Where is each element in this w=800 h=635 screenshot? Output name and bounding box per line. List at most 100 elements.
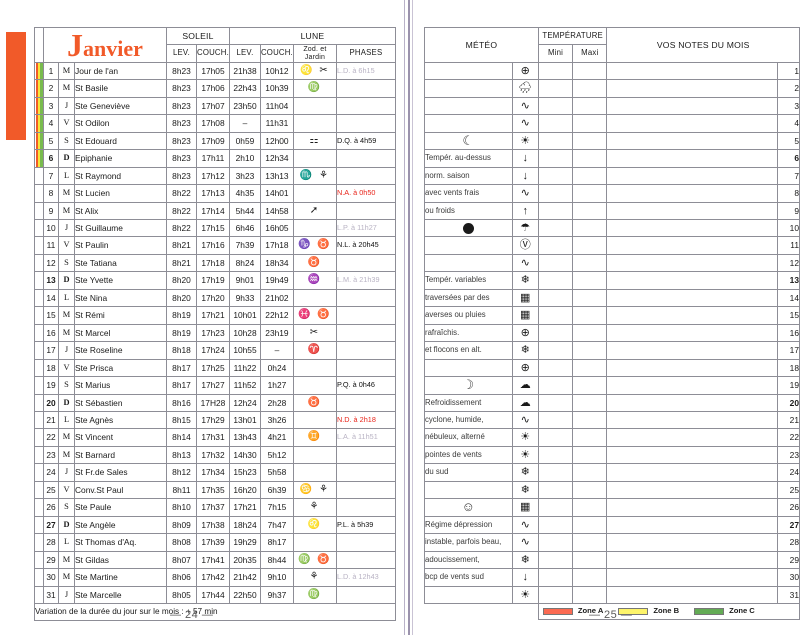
calendar-row[interactable]: 8 M St Lucien 8h22 17h13 4h35 14h01 N.A. à 0h50 [34,184,396,203]
calendar-row[interactable]: 22 M St Vincent 8h14 17h31 13h43 4h21 ♊ L.A. à 1… [34,428,396,447]
temp-mini-cell[interactable] [537,218,574,238]
temp-maxi-cell[interactable] [572,376,608,395]
temp-mini-cell[interactable] [537,358,574,378]
temp-mini-cell[interactable] [537,114,574,133]
temp-mini-cell[interactable] [537,288,574,308]
temp-mini-cell[interactable] [537,323,574,343]
temp-maxi-cell[interactable] [572,79,608,98]
notes-cell[interactable] [606,393,778,412]
temp-mini-cell[interactable] [537,341,574,360]
calendar-row[interactable]: 13 D Ste Yvette 8h20 17h19 9h01 19h49 ♒ L.M. à 2… [34,271,396,290]
temp-mini-cell[interactable] [537,568,574,587]
notes-cell[interactable] [606,149,778,168]
notes-cell[interactable] [606,96,778,116]
notes-cell[interactable] [606,79,778,98]
meteo-row[interactable]: ☀ 31 [424,585,800,604]
calendar-row[interactable]: 18 V Ste Prisca 8h17 17h25 11h22 0h24 [34,358,396,378]
temp-mini-cell[interactable] [537,149,574,168]
notes-cell[interactable] [606,463,778,482]
meteo-row[interactable]: 🌧 2 [424,79,800,98]
calendar-row[interactable]: 28 L St Thomas d'Aq. 8h08 17h39 19h29 8h17 [34,533,396,552]
calendar-row[interactable]: 6 D Epiphanie 8h23 17h11 2h10 12h34 [34,149,396,168]
meteo-row[interactable]: instable, parfois beau, ∿ 28 [424,533,800,552]
calendar-row[interactable]: 1 M Jour de l'an 8h23 17h05 21h38 10h12 ♌ ✂ L.D.… [34,61,396,81]
temp-mini-cell[interactable] [537,184,574,203]
notes-cell[interactable] [606,341,778,360]
temp-maxi-cell[interactable] [572,288,608,308]
meteo-row[interactable]: Tempér. variables ❄ 13 [424,271,800,290]
temp-mini-cell[interactable] [537,253,574,273]
calendar-row[interactable]: 14 L Ste Nina 8h20 17h20 9h33 21h02 [34,288,396,308]
temp-maxi-cell[interactable] [572,131,608,151]
meteo-row[interactable]: traversées par des ▦ 14 [424,288,800,308]
meteo-row[interactable]: averses ou pluies ▦ 15 [424,306,800,325]
notes-cell[interactable] [606,515,778,535]
temp-maxi-cell[interactable] [572,201,608,220]
meteo-row[interactable]: norm. saison ↓ 7 [424,166,800,186]
temp-maxi-cell[interactable] [572,585,608,604]
calendar-row[interactable]: 3 J Ste Geneviève 8h23 17h07 23h50 11h04 [34,96,396,116]
meteo-row[interactable]: ⊕ 1 [424,61,800,81]
temp-maxi-cell[interactable] [572,410,608,430]
temp-mini-cell[interactable] [537,428,574,447]
calendar-row[interactable]: 9 M St Alix 8h22 17h14 5h44 14h58 ➚ [34,201,396,220]
temp-mini-cell[interactable] [537,550,574,570]
calendar-row[interactable]: 17 J Ste Roseline 8h18 17h24 10h55– ♈ [34,341,396,360]
notes-cell[interactable] [606,358,778,378]
meteo-row[interactable]: cyclone, humide, ∿ 21 [424,410,800,430]
temp-maxi-cell[interactable] [572,568,608,587]
calendar-row[interactable]: 25 V Conv.St Paul 8h11 17h35 16h20 6h39 ♋ ⚘ [34,480,396,500]
notes-cell[interactable] [606,323,778,343]
meteo-row[interactable]: et flocons en alt. ❄ 17 [424,341,800,360]
calendar-row[interactable]: 31 J Ste Marcelle 8h05 17h44 22h50 9h37 ♍ [34,585,396,604]
notes-cell[interactable] [606,410,778,430]
calendar-row[interactable]: 16 M St Marcel 8h19 17h23 10h28 23h19 ✂ [34,323,396,343]
temp-maxi-cell[interactable] [572,358,608,378]
calendar-row[interactable]: 26 S Ste Paule 8h10 17h37 17h21 7h15 ⚘ [34,498,396,517]
temp-maxi-cell[interactable] [572,114,608,133]
meteo-row[interactable]: ☺ ▦ 26 [424,498,800,517]
meteo-row[interactable]: Ⓥ 11 [424,236,800,255]
notes-cell[interactable] [606,236,778,255]
temp-maxi-cell[interactable] [572,61,608,81]
temp-maxi-cell[interactable] [572,236,608,255]
temp-mini-cell[interactable] [537,445,574,465]
temp-mini-cell[interactable] [537,61,574,81]
notes-cell[interactable] [606,131,778,151]
temp-maxi-cell[interactable] [572,550,608,570]
temp-maxi-cell[interactable] [572,341,608,360]
meteo-row[interactable]: ❄ 25 [424,480,800,500]
calendar-row[interactable]: 19 S St Marius 8h17 17h27 11h52 1h27 P.Q. à 0h4… [34,376,396,395]
calendar-row[interactable]: 29 M St Gildas 8h07 17h41 20h35 8h44 ♍ ♉ [34,550,396,570]
temp-maxi-cell[interactable] [572,184,608,203]
notes-cell[interactable] [606,306,778,325]
temp-mini-cell[interactable] [537,79,574,98]
temp-maxi-cell[interactable] [572,498,608,517]
temp-mini-cell[interactable] [537,376,574,395]
calendar-row[interactable]: 2 M St Basile 8h23 17h06 22h43 10h39 ♍ [34,79,396,98]
notes-cell[interactable] [606,253,778,273]
calendar-row[interactable]: 12 S Ste Tatiana 8h21 17h18 8h24 18h34 ♉ [34,253,396,273]
temp-maxi-cell[interactable] [572,96,608,116]
meteo-row[interactable]: pointes de vents ☀ 23 [424,445,800,465]
temp-mini-cell[interactable] [537,236,574,255]
meteo-row[interactable]: nébuleux, alterné ☀ 22 [424,428,800,447]
notes-cell[interactable] [606,201,778,220]
temp-maxi-cell[interactable] [572,323,608,343]
temp-maxi-cell[interactable] [572,533,608,552]
meteo-row[interactable]: adoucissement, ❄ 29 [424,550,800,570]
temp-mini-cell[interactable] [537,131,574,151]
notes-cell[interactable] [606,568,778,587]
meteo-row[interactable]: ☽ ☁ 19 [424,376,800,395]
meteo-row[interactable]: du sud ❄ 24 [424,463,800,482]
calendar-row[interactable]: 5 S St Edouard 8h23 17h09 0h59 12h00 ⚏ D.Q. à 4h… [34,131,396,151]
notes-cell[interactable] [606,428,778,447]
notes-cell[interactable] [606,376,778,395]
temp-maxi-cell[interactable] [572,306,608,325]
notes-cell[interactable] [606,271,778,290]
notes-cell[interactable] [606,445,778,465]
notes-cell[interactable] [606,585,778,604]
calendar-row[interactable]: 11 V St Paulin 8h21 17h16 7h39 17h18 ♑ ♉ N.L. à … [34,236,396,255]
temp-maxi-cell[interactable] [572,271,608,290]
temp-mini-cell[interactable] [537,96,574,116]
